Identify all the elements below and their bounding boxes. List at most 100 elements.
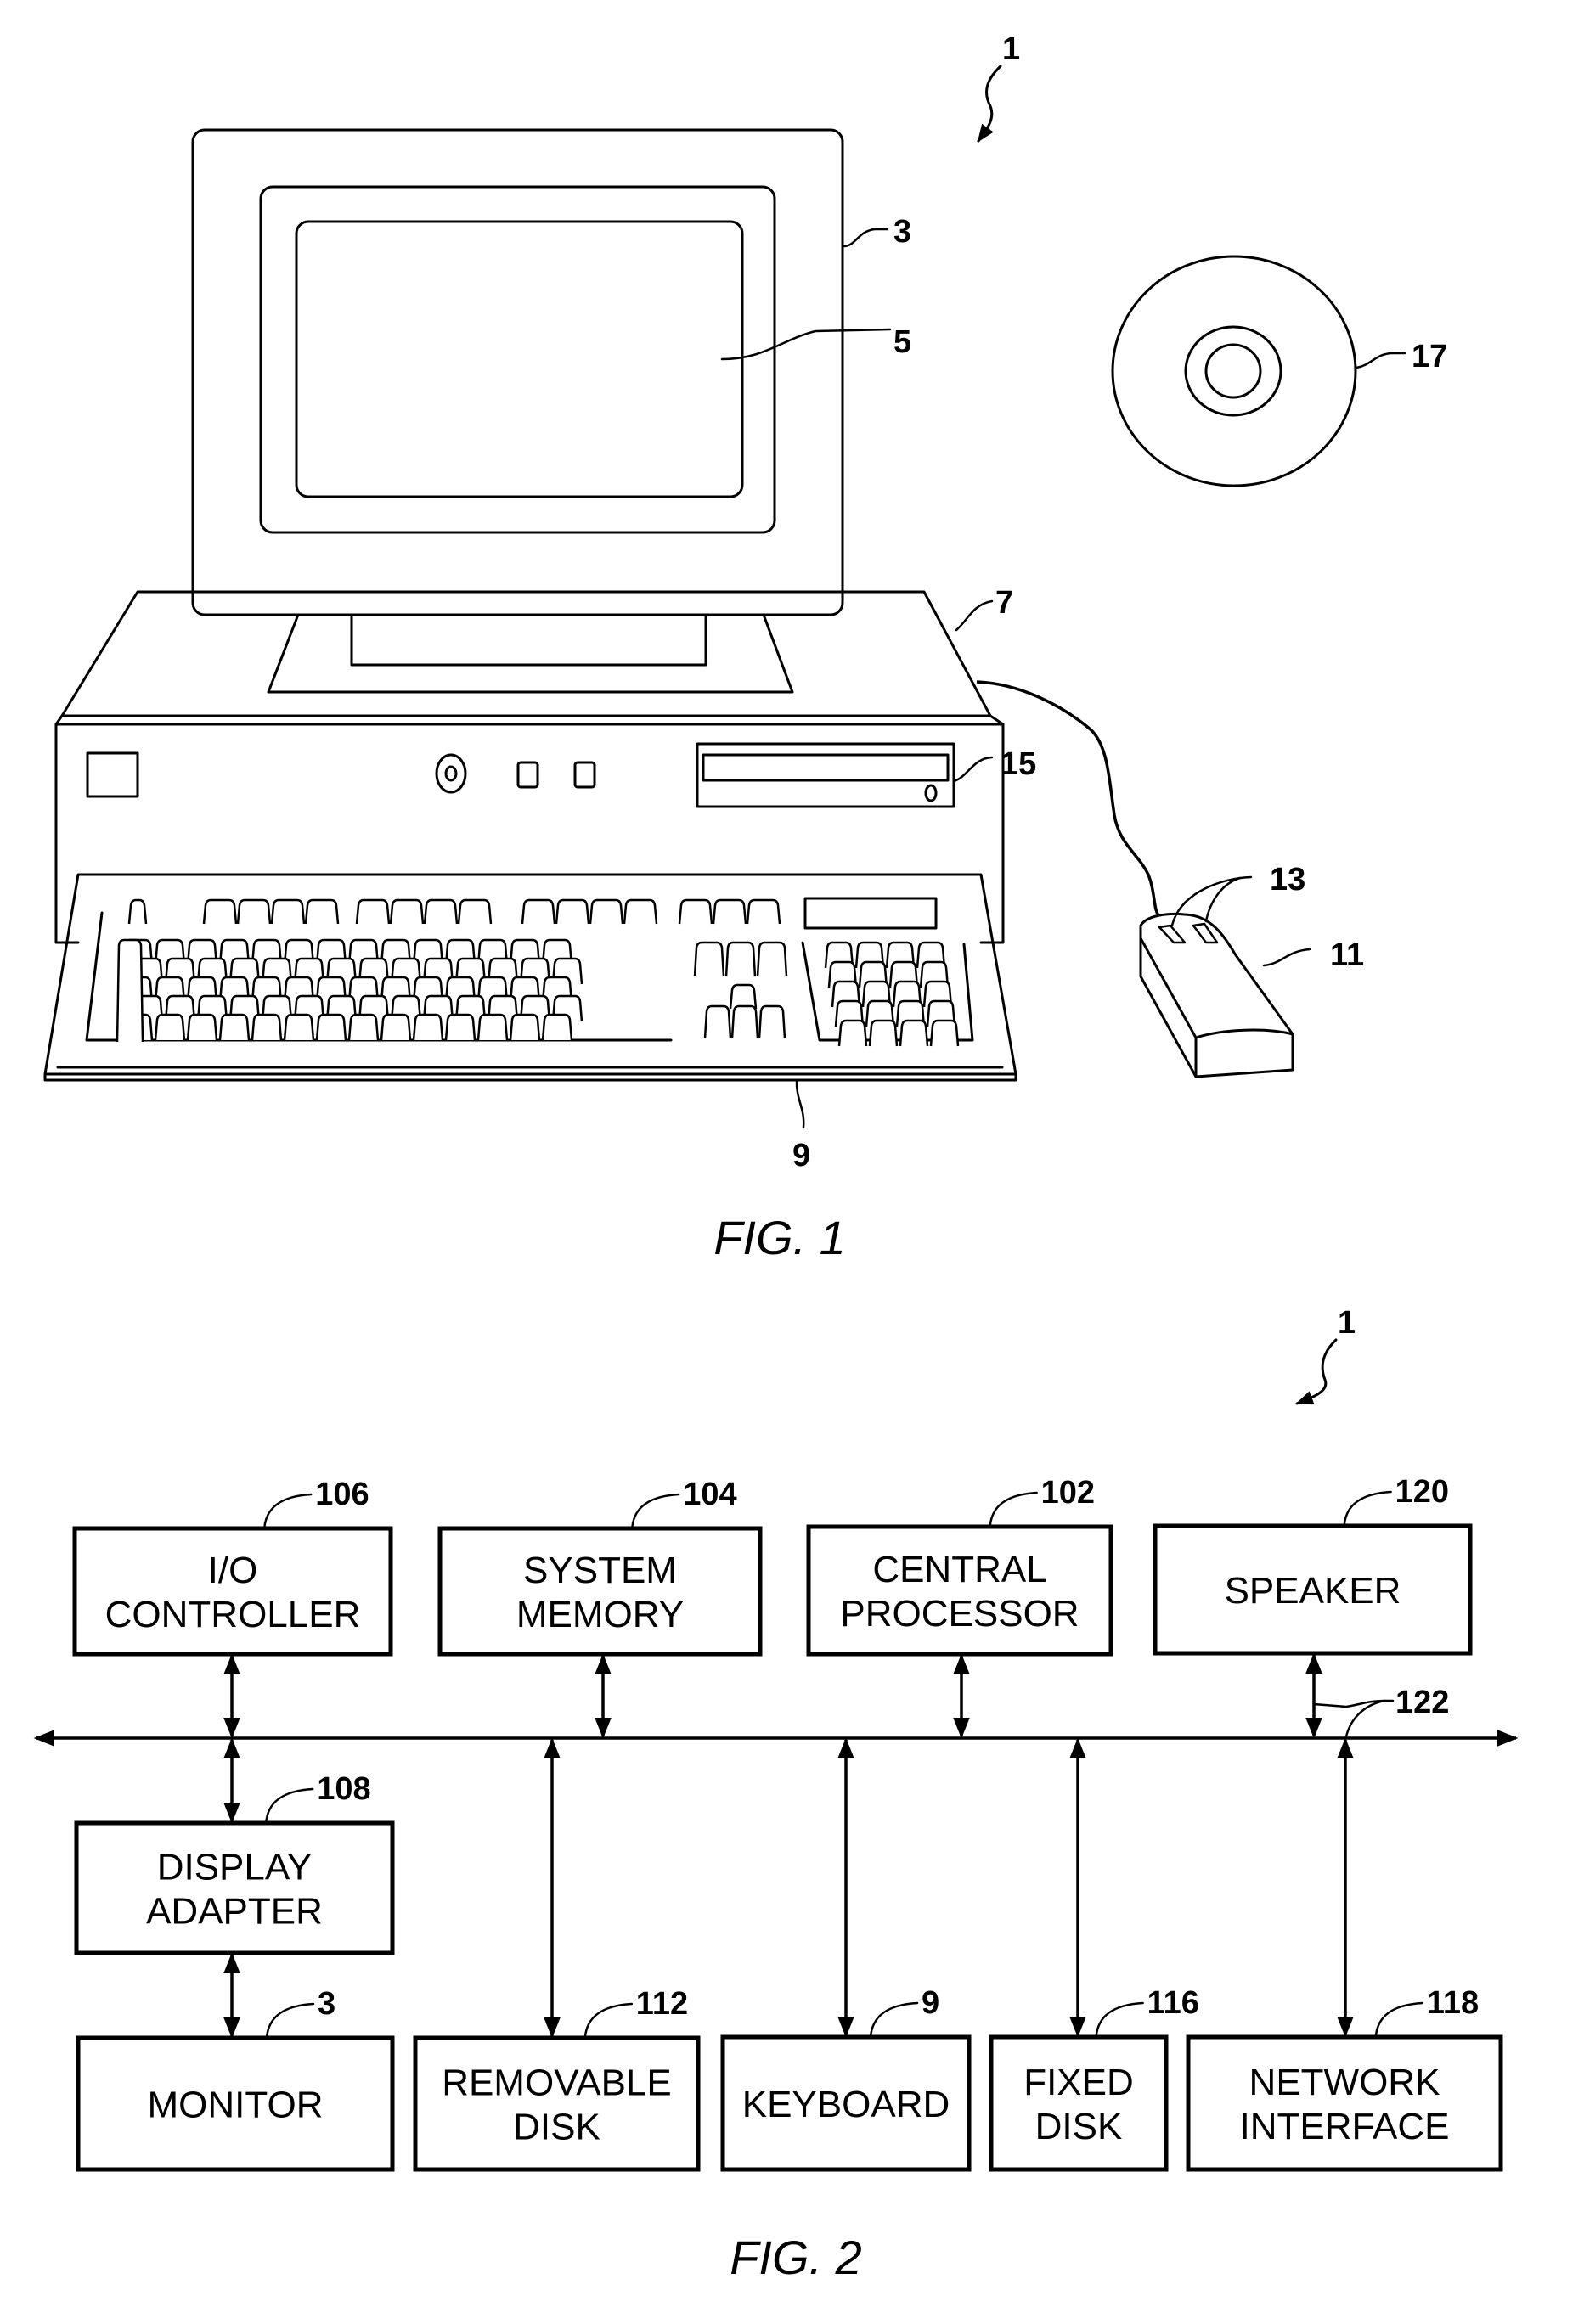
cabinet-front-left-edge [54,723,80,944]
speaker-ref-label: 120 [1395,1474,1449,1510]
key-icon [380,1013,412,1041]
display-adapter-label: ADAPTER [146,1891,323,1933]
network-interface-label: NETWORK [1249,2062,1440,2103]
key-icon [712,898,747,925]
key-icon [186,1013,218,1041]
removable-disk-ref-leader [583,2002,634,2040]
removable-disk-label: DISK [513,2107,600,2148]
monitor-housing [191,128,844,616]
key-icon [589,898,624,925]
ref-mouse-label: 11 [1330,937,1364,973]
optical-disc [1111,255,1357,487]
fixed-disk-label: FIXED [1023,2062,1134,2103]
key-icon [304,898,340,925]
key-icon [347,1013,380,1041]
key-icon [541,1013,573,1041]
network-interface-ref-leader [1374,2001,1424,2039]
ref-mouse-leader [1262,948,1311,967]
stand-base [267,613,794,694]
computer-cabinet [54,590,1005,944]
ref-monitor-label: 3 [893,214,911,250]
figure-1-caption: FIG. 1 [713,1211,846,1264]
central-processor-box [806,1524,1113,1657]
block-fixed-disk: FIXEDDISK 116 [989,1985,1199,2172]
ref-keyboard-label: 9 [792,1138,810,1173]
keyboard-label: KEYBOARD [742,2084,950,2125]
key-icon [746,898,781,925]
monitor-label: MONITOR [148,2085,324,2126]
display-adapter-label: DISPLAY [157,1847,313,1888]
display-adapter-box [74,1820,395,1955]
ref-disc-label: 17 [1412,339,1447,374]
removable-disk-box [413,2035,701,2172]
key-icon [270,898,306,925]
io-controller-label: CONTROLLER [105,1594,361,1635]
key-icon [929,1019,960,1047]
disc-outer-icon [1111,255,1357,487]
indicator-light-icon [573,761,596,789]
key-icon [509,1013,541,1041]
keyboard-ref-label: 9 [922,1985,939,2021]
monitor-screen [295,220,744,498]
monitor-bezel [259,185,776,534]
central-processor-ref-label: 102 [1041,1475,1095,1511]
removable-disk-ref-label: 112 [636,1986,688,2022]
ref-cabinet-label: 7 [995,585,1013,621]
system-memory-label: MEMORY [516,1594,684,1635]
mouse [1139,912,1294,1078]
key-icon [678,898,713,925]
central-processor-label: PROCESSOR [840,1593,1079,1635]
key-icon [355,898,391,925]
key-icon [555,898,590,925]
keyboard [43,873,1017,1082]
fixed-disk-ref-leader [1095,2001,1144,2039]
ref-mouse-buttons-leader [1170,875,1253,927]
io-controller-label: I/O [208,1550,258,1591]
ref-system-arrow [977,65,1002,143]
key-icon [283,1013,315,1041]
key-icon [868,1019,899,1047]
key-icon [218,1013,251,1041]
mouse-side-edge [1139,937,1198,1078]
key-icon [837,1019,868,1047]
ref-drive-label: 15 [1001,746,1036,782]
figure-1: 1 3 5 7 15 17 9 13 11 FIG. 1 [43,31,1447,1264]
ref-system-label: 1 [1002,31,1020,67]
block-diagram: I/OCONTROLLER 106 SYSTEMMEMORY 104 CENTRALPR… [72,1474,1503,2172]
key-icon [724,941,757,977]
ref-keyboard-leader [795,1078,805,1129]
key-icon [756,941,788,977]
figure-2: 1 122 I/OCONTROLLER 106 SYSTEMMEMORY 104 CEN… [33,1305,1519,2284]
ref-disc-leader [1355,352,1406,369]
patent-drawing-sheet: 1 3 5 7 15 17 9 13 11 FIG. 1 1 122 I/OCO… [33,31,1519,2284]
display-adapter-ref-label: 108 [317,1771,370,1807]
block-speaker: SPEAKER 120 [1153,1474,1473,1656]
ref-cabinet-leader [955,599,994,632]
disc-hole-icon [1204,343,1262,399]
ref-monitor-leader [842,228,889,248]
key-icon [457,898,493,925]
cabinet-top-surface [60,590,992,717]
mouse-front-edge [1194,1028,1294,1039]
block-central-processor: CENTRALPROCESSOR 102 [806,1475,1113,1657]
power-switch-icon [86,751,139,798]
disc-ring-icon [1184,325,1282,417]
block-io-controller: I/OCONTROLLER 106 [72,1477,393,1657]
fig2-system-ref-label: 1 [1338,1305,1356,1341]
reset-button-icon [435,753,467,794]
monitor [191,128,844,616]
network-interface-ref-label: 118 [1427,1985,1479,2021]
key-icon [623,898,658,925]
network-interface-label: INTERFACE [1240,2106,1450,2147]
network-interface-box [1186,2034,1503,2172]
fig2-system-ref-arrow [1295,1338,1338,1405]
block-removable-disk: REMOVABLEDISK 112 [413,1986,701,2172]
fixed-disk-box [989,2034,1169,2172]
display-adapter-ref-leader [264,1787,314,1825]
key-icon [116,938,144,1043]
io-controller-ref-label: 106 [315,1477,369,1512]
mouse-left-button-icon [1158,924,1187,944]
block-display-adapter: DISPLAYADAPTER 108 [74,1771,395,1955]
fixed-disk-label: DISK [1035,2106,1123,2147]
key-icon [412,1013,444,1041]
